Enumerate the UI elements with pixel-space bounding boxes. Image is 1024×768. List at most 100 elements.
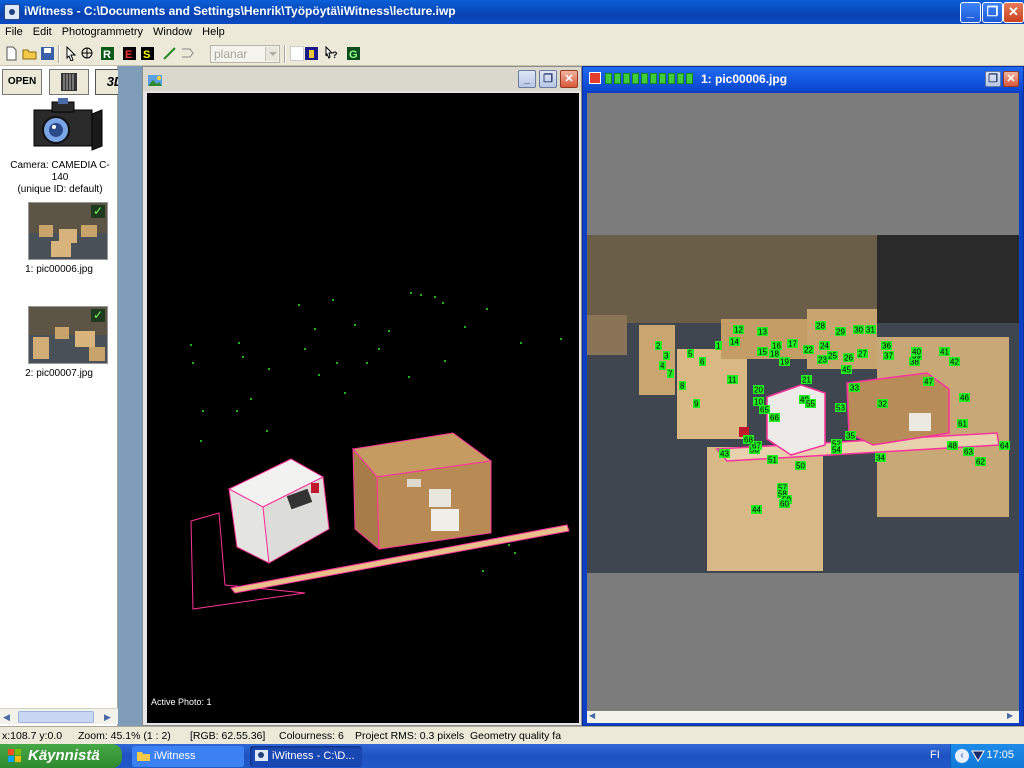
measured-point-20[interactable]: 20 <box>753 385 764 395</box>
measured-point-1[interactable]: 1 <box>715 341 722 351</box>
save-icon[interactable] <box>40 46 55 61</box>
scroll-left-icon[interactable]: ◀ <box>3 712 10 723</box>
measured-point-5[interactable]: 5 <box>687 349 694 359</box>
measured-point-47[interactable]: 47 <box>923 377 934 387</box>
surface-type-combo[interactable]: planar <box>210 45 280 63</box>
minimize-button[interactable]: _ <box>518 70 536 88</box>
app-icon[interactable] <box>4 4 20 20</box>
photo-thumbnail-2[interactable]: ✓ <box>28 306 108 364</box>
measured-point-55[interactable]: 55 <box>805 399 816 409</box>
chevron-down-icon[interactable] <box>265 47 278 61</box>
measured-point-54[interactable]: 54 <box>831 445 842 455</box>
measured-point-28[interactable]: 28 <box>815 321 826 331</box>
measured-point-46[interactable]: 46 <box>959 393 970 403</box>
measured-point-30[interactable]: 30 <box>853 325 864 335</box>
measured-point-33[interactable]: 33 <box>849 383 860 393</box>
measured-point-32[interactable]: 32 <box>877 399 888 409</box>
measured-point-43[interactable]: 43 <box>719 449 730 459</box>
maximize-button[interactable]: ❐ <box>982 2 1003 23</box>
measured-point-2[interactable]: 2 <box>655 341 662 351</box>
minimize-button[interactable]: _ <box>960 2 981 23</box>
measured-point-31[interactable]: 31 <box>865 325 876 335</box>
measured-point-29[interactable]: 29 <box>835 327 846 337</box>
photo-label-1[interactable]: 1: pic00006.jpg <box>0 264 118 275</box>
line-tool-icon[interactable] <box>162 46 177 61</box>
measured-point-12[interactable]: 12 <box>733 325 744 335</box>
measured-point-24[interactable]: 24 <box>819 341 830 351</box>
scroll-right-icon[interactable]: ▶ <box>104 712 111 723</box>
camera-icon[interactable] <box>30 96 104 154</box>
photo-thumbnail-1[interactable]: ✓ <box>28 202 108 260</box>
measured-point-25[interactable]: 25 <box>827 351 838 361</box>
close-button[interactable]: ✕ <box>1003 2 1024 23</box>
measured-point-60[interactable]: 60 <box>779 499 790 509</box>
measured-point-15[interactable]: 15 <box>757 347 768 357</box>
measured-point-7[interactable]: 7 <box>667 369 674 379</box>
measured-point-4[interactable]: 4 <box>659 361 666 371</box>
measured-point-68[interactable]: 68 <box>743 435 754 445</box>
surface-tool-icon[interactable]: S <box>140 46 155 61</box>
measured-point-23[interactable]: 23 <box>817 355 828 365</box>
reference-tool-icon[interactable]: R <box>100 46 115 61</box>
measured-point-50[interactable]: 50 <box>795 461 806 471</box>
maximize-button[interactable]: ❐ <box>539 70 557 88</box>
menu-file[interactable]: File <box>0 24 28 38</box>
menu-photogrammetry[interactable]: Photogrammetry <box>57 24 148 38</box>
task-iwitness-folder[interactable]: iWitness <box>132 746 244 767</box>
measured-point-36[interactable]: 36 <box>881 341 892 351</box>
measured-point-45[interactable]: 45 <box>841 365 852 375</box>
menu-window[interactable]: Window <box>148 24 197 38</box>
view-3d-titlebar[interactable]: _ ❐ ✕ <box>143 67 581 91</box>
point-color-icon[interactable] <box>304 46 319 61</box>
measured-point-44[interactable]: 44 <box>751 505 762 515</box>
language-indicator[interactable]: FI <box>930 749 940 761</box>
measured-point-21[interactable]: 21 <box>801 375 812 385</box>
polyline-tool-icon[interactable] <box>180 46 195 61</box>
measured-point-42[interactable]: 42 <box>949 357 960 367</box>
measured-point-48[interactable]: 48 <box>947 441 958 451</box>
measured-point-26[interactable]: 26 <box>843 353 854 363</box>
graph-tool-icon[interactable]: G <box>346 46 361 61</box>
measured-point-3[interactable]: 3 <box>663 351 670 361</box>
network-icon[interactable] <box>971 749 985 763</box>
measured-point-13[interactable]: 13 <box>757 327 768 337</box>
task-iwitness-app[interactable]: iWitness - C:\D... <box>250 746 362 767</box>
menu-help[interactable]: Help <box>197 24 230 38</box>
measured-point-27[interactable]: 27 <box>857 349 868 359</box>
pan-tool-icon[interactable] <box>80 46 95 61</box>
tab-open[interactable]: OPEN <box>2 69 42 95</box>
horizontal-scrollbar[interactable]: ◀ ▶ <box>0 708 118 724</box>
help-cursor-icon[interactable]: ? <box>324 46 339 61</box>
tab-film[interactable] <box>49 69 89 95</box>
open-icon[interactable] <box>22 46 37 61</box>
view-3d-canvas[interactable]: Active Photo: 1 <box>147 93 579 723</box>
blank-tool-icon[interactable] <box>290 46 304 61</box>
edge-tool-icon[interactable]: E <box>122 46 137 61</box>
measured-point-63[interactable]: 63 <box>963 447 974 457</box>
measured-point-64[interactable]: 64 <box>999 441 1010 451</box>
close-button[interactable]: ✕ <box>560 70 578 88</box>
menu-edit[interactable]: Edit <box>28 24 57 38</box>
restore-button[interactable]: ❐ <box>985 71 1001 87</box>
new-icon[interactable] <box>4 46 19 61</box>
measured-point-51[interactable]: 51 <box>767 455 778 465</box>
measured-point-17[interactable]: 17 <box>787 339 798 349</box>
measured-point-11[interactable]: 11 <box>727 375 738 385</box>
measured-point-19[interactable]: 19 <box>779 357 790 367</box>
scroll-right-icon[interactable]: ▶ <box>1007 711 1013 720</box>
measured-point-61[interactable]: 61 <box>957 419 968 429</box>
measured-point-6[interactable]: 6 <box>699 357 706 367</box>
measured-point-41[interactable]: 41 <box>939 347 950 357</box>
tray-expand-icon[interactable]: ‹ <box>955 749 969 763</box>
measured-point-40[interactable]: 40 <box>911 347 922 357</box>
measured-point-8[interactable]: 8 <box>679 381 686 391</box>
photo-viewport[interactable]: 1 2 3 4 5 6 7 8 9 10 11 12 13 14 15 16 17 18 19 20 21 22 23 24 2… <box>587 93 1019 723</box>
measured-point-53[interactable]: 53 <box>835 403 846 413</box>
measured-point-22[interactable]: 22 <box>803 345 814 355</box>
photo-horizontal-scrollbar[interactable]: ◀ ▶ <box>587 711 1019 723</box>
measured-point-66[interactable]: 66 <box>769 413 780 423</box>
scroll-left-icon[interactable]: ◀ <box>589 711 595 720</box>
select-arrow-icon[interactable] <box>64 46 79 61</box>
measured-point-37[interactable]: 37 <box>883 351 894 361</box>
measured-point-65[interactable]: 65 <box>759 405 770 415</box>
